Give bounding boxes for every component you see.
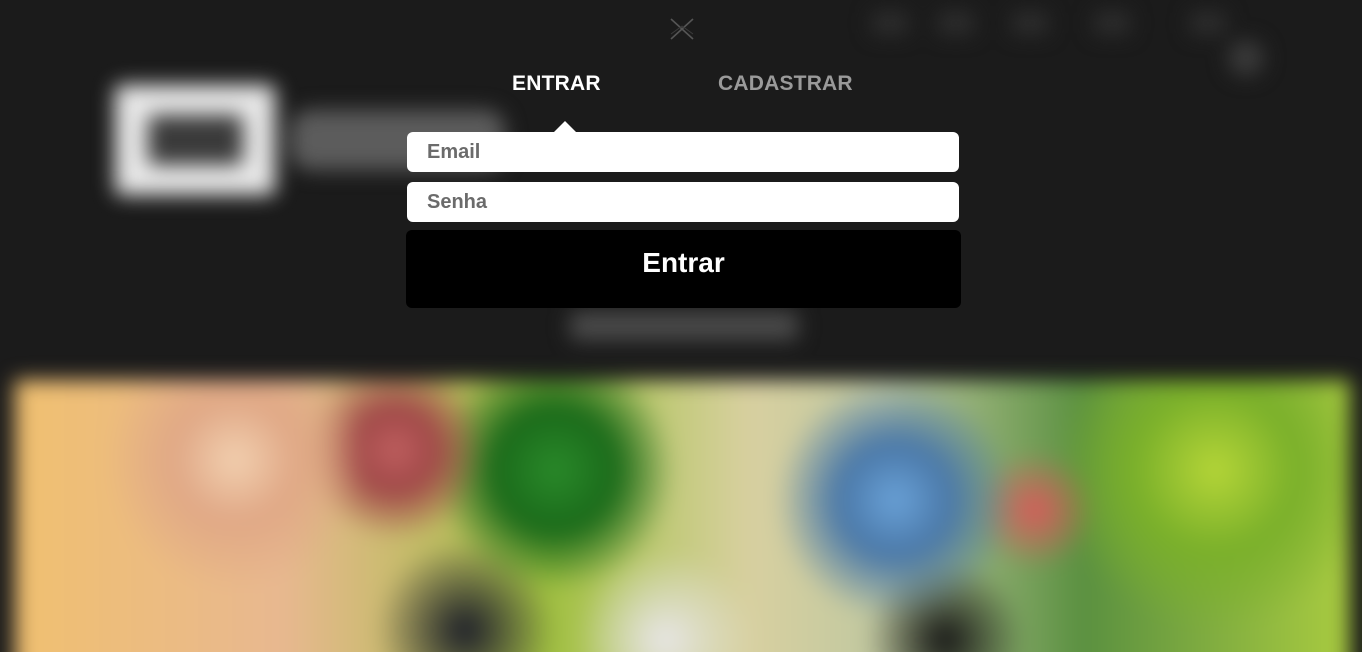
nav-item xyxy=(938,12,974,34)
nav-item xyxy=(1012,12,1048,34)
tab-cadastrar[interactable]: CADASTRAR xyxy=(718,72,853,96)
close-icon xyxy=(670,18,694,40)
tab-entrar[interactable]: ENTRAR xyxy=(512,72,601,96)
close-button[interactable] xyxy=(668,16,696,42)
nav-item xyxy=(1094,12,1130,34)
email-field[interactable] xyxy=(407,132,959,172)
auth-tabs: ENTRAR CADASTRAR xyxy=(0,70,1362,110)
login-submit-button[interactable]: Entrar xyxy=(406,230,961,308)
password-field[interactable] xyxy=(407,182,959,222)
hero-banner xyxy=(15,380,1350,652)
tagline xyxy=(570,312,798,340)
active-tab-pointer xyxy=(554,121,576,132)
site-logo-mark xyxy=(148,115,243,165)
nav-item xyxy=(1190,12,1226,34)
nav-item xyxy=(872,12,908,34)
